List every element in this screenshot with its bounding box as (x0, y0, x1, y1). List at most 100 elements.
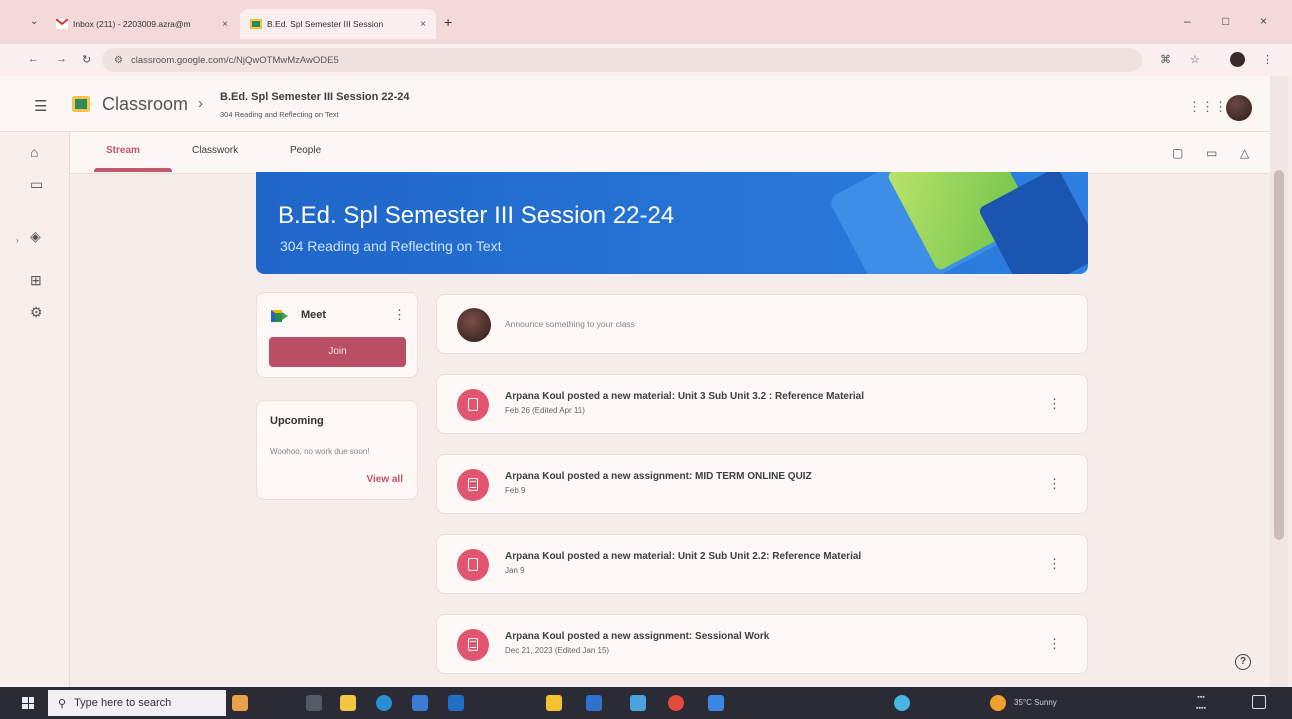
assignment-icon (457, 629, 489, 661)
more-vert-icon[interactable]: ⋮ (1048, 556, 1061, 572)
announce-box[interactable]: Announce something to your class (436, 294, 1088, 354)
assignment-icon (457, 469, 489, 501)
post-title[interactable]: Arpana Koul posted a new material: Unit … (505, 391, 864, 402)
stream-post[interactable]: Arpana Koul posted a new assignment: MID… (436, 454, 1088, 514)
banner-title: B.Ed. Spl Semester III Session 22-24 (278, 202, 675, 229)
meet-label: Meet (301, 309, 327, 321)
post-date: Jan 9 (505, 566, 525, 575)
archive-icon[interactable]: ⊞ (30, 272, 42, 289)
translate-icon[interactable]: ⌘ (1160, 53, 1171, 66)
chrome-icon[interactable] (668, 695, 684, 711)
network-icon[interactable] (894, 695, 910, 711)
material-icon (457, 549, 489, 581)
maximize-button[interactable]: □ (1222, 14, 1229, 28)
expand-caret-icon[interactable]: › (16, 236, 19, 245)
tab-title: Inbox (211) - 2203009.azra@m (73, 19, 191, 29)
weather-icon[interactable] (990, 695, 1006, 711)
banner-subtitle: 304 Reading and Reflecting on Text (280, 238, 502, 254)
tab-close-icon[interactable]: × (222, 19, 228, 30)
tab-search-chevron-icon[interactable]: ⌄ (30, 16, 38, 27)
back-icon[interactable]: ← (28, 53, 39, 65)
more-vert-icon[interactable]: ⋮ (393, 307, 406, 323)
stream-post[interactable]: Arpana Koul posted a new material: Unit … (436, 534, 1088, 594)
bookmark-star-icon[interactable]: ☆ (1190, 53, 1200, 66)
taskbar-search-box[interactable]: ⚲ Type here to search (48, 690, 226, 716)
stream-post[interactable]: Arpana Koul posted a new assignment: Ses… (436, 614, 1088, 674)
stream-post[interactable]: Arpana Koul posted a new material: Unit … (436, 374, 1088, 434)
post-title[interactable]: Arpana Koul posted a new material: Unit … (505, 551, 861, 562)
class-subtitle: 304 Reading and Reflecting on Text (220, 110, 339, 119)
classroom-icon (250, 19, 262, 29)
drive-folder-icon[interactable]: △ (1240, 146, 1249, 160)
app-name[interactable]: Classroom (102, 94, 188, 115)
video-meet-icon[interactable]: ▢ (1172, 146, 1183, 160)
scrollbar-thumb[interactable] (1274, 170, 1284, 540)
active-tab-indicator (94, 168, 172, 172)
windows-start-icon[interactable] (22, 697, 34, 709)
search-icon: ⚲ (58, 697, 67, 710)
tab-people[interactable]: People (290, 145, 321, 156)
address-bar-row: ← → ↻ ⚙ classroom.google.com/c/NjQwOTMwM… (0, 44, 1292, 76)
main-menu-icon[interactable]: ☰ (34, 97, 47, 115)
gmail-icon (56, 19, 68, 29)
chevron-right-icon: › (198, 95, 203, 112)
system-clock[interactable]: ▪▪▪ ▪▪▪▪ (1196, 692, 1206, 714)
app-icon[interactable] (708, 695, 724, 711)
tab-stream[interactable]: Stream (106, 145, 140, 156)
post-title[interactable]: Arpana Koul posted a new assignment: MID… (505, 471, 812, 482)
new-tab-button[interactable]: + (444, 14, 452, 30)
weather-text[interactable]: 35°C Sunny (1014, 698, 1057, 707)
browser-profile-avatar[interactable] (1230, 52, 1245, 67)
upcoming-title: Upcoming (270, 415, 324, 427)
minimize-button[interactable]: – (1184, 14, 1191, 28)
left-rail: ⌂ ▭ › ◈ ⊞ ⚙ (0, 132, 70, 687)
mail-icon[interactable] (448, 695, 464, 711)
forward-icon[interactable]: → (56, 53, 67, 65)
site-info-icon[interactable]: ⚙ (114, 55, 123, 66)
task-view-icon[interactable] (306, 695, 322, 711)
more-vert-icon[interactable]: ⋮ (1048, 476, 1061, 492)
class-calendar-icon[interactable]: ▭ (1206, 146, 1217, 160)
file-explorer-icon[interactable] (340, 695, 356, 711)
view-all-link[interactable]: View all (366, 474, 403, 485)
browser-tab-classroom[interactable]: B.Ed. Spl Semester III Session × (240, 9, 436, 39)
browser-tab-gmail[interactable]: Inbox (211) - 2203009.azra@m × (46, 9, 238, 39)
tab-close-icon[interactable]: × (420, 19, 426, 30)
classroom-logo-icon[interactable] (72, 96, 90, 112)
page-scrollbar[interactable] (1270, 76, 1288, 687)
post-title[interactable]: Arpana Koul posted a new assignment: Ses… (505, 631, 769, 642)
store-icon[interactable] (412, 695, 428, 711)
home-icon[interactable]: ⌂ (30, 144, 38, 160)
more-vert-icon[interactable]: ⋮ (1048, 396, 1061, 412)
reload-icon[interactable]: ↻ (82, 53, 91, 66)
enrolled-classes-icon[interactable]: ◈ (30, 228, 41, 245)
notification-icon[interactable] (1252, 695, 1266, 709)
widgets-icon[interactable] (232, 695, 248, 711)
tab-classwork[interactable]: Classwork (192, 145, 238, 156)
help-icon[interactable]: ? (1235, 654, 1251, 670)
post-date: Feb 9 (505, 486, 526, 495)
edge-browser-icon[interactable] (376, 695, 392, 711)
meet-card: Meet ⋮ Join (256, 292, 418, 378)
upcoming-note: Woohoo, no work due soon! (270, 447, 370, 456)
url-text: classroom.google.com/c/NjQwOTMwMzAwODE5 (130, 54, 339, 66)
close-window-button[interactable]: × (1260, 14, 1267, 28)
material-icon (457, 389, 489, 421)
join-meet-button[interactable]: Join (269, 337, 406, 367)
tab-title: B.Ed. Spl Semester III Session (267, 19, 384, 29)
photos-icon[interactable] (630, 695, 646, 711)
calendar-icon[interactable]: ▭ (30, 176, 43, 193)
browser-menu-icon[interactable]: ⋮ (1262, 53, 1273, 66)
url-bar[interactable]: ⚙ classroom.google.com/c/NjQwOTMwMzAwODE… (102, 48, 1142, 72)
settings-gear-icon[interactable]: ⚙ (30, 304, 43, 321)
more-vert-icon[interactable]: ⋮ (1048, 636, 1061, 652)
taskbar-search-placeholder: Type here to search (74, 697, 172, 709)
google-drive-icon[interactable] (546, 695, 562, 711)
class-title[interactable]: B.Ed. Spl Semester III Session 22-24 (220, 91, 410, 103)
word-icon[interactable] (586, 695, 602, 711)
announce-placeholder[interactable]: Announce something to your class (505, 319, 635, 329)
google-apps-icon[interactable]: ⋮⋮⋮ (1188, 99, 1227, 115)
browser-tab-strip: ⌄ Inbox (211) - 2203009.azra@m × B.Ed. S… (0, 0, 1292, 44)
user-avatar[interactable] (1226, 95, 1252, 121)
meet-icon (271, 310, 288, 322)
